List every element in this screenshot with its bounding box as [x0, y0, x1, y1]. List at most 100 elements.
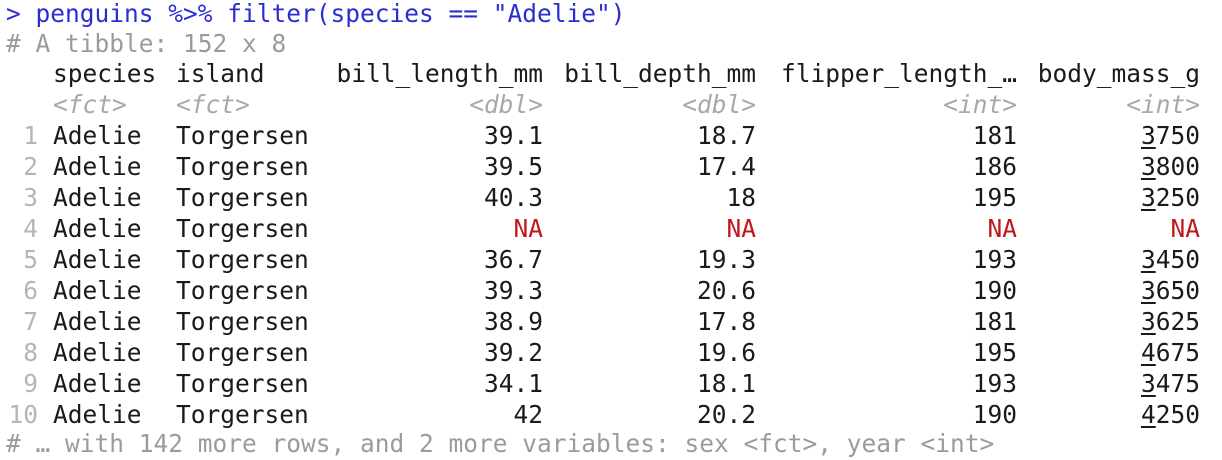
cell-island: Torgersen [176, 152, 309, 181]
cell-flipper_length: 193 [972, 369, 1017, 398]
cell-flipper_length: 181 [972, 121, 1017, 150]
thousands-digit: 4 [1140, 400, 1156, 429]
cell-bill_length_mm: 39.3 [483, 276, 543, 305]
column-type-bill_length_mm: <dbl> [469, 90, 543, 119]
column-type-body_mass_g: <int> [1126, 90, 1200, 119]
cell-species: Adelie [53, 214, 142, 243]
thousands-digit: 3 [1140, 276, 1156, 305]
cell-body_mass_g: 3650 [1031, 275, 1200, 306]
cell-bill_depth_mm: 19.6 [696, 338, 756, 367]
thousands-digit: 3 [1140, 152, 1156, 181]
cell-island: Torgersen [176, 121, 309, 150]
cell-species: Adelie [53, 183, 142, 212]
cell-island: Torgersen [176, 276, 309, 305]
cell-island: Torgersen [176, 369, 309, 398]
cell-island: Torgersen [176, 307, 309, 336]
cell-island: Torgersen [176, 338, 309, 367]
remaining-digits: 250 [1155, 183, 1200, 212]
cell-island: Torgersen [176, 245, 309, 274]
cell-body_mass_g: 3750 [1031, 120, 1200, 151]
thousands-digit: 3 [1140, 369, 1156, 398]
row-number: 3 [23, 183, 38, 212]
cell-bill_depth_mm: 18.1 [696, 369, 756, 398]
row-number: 6 [23, 276, 38, 305]
cell-body_mass_g: 3475 [1031, 368, 1200, 399]
cell-body_mass_g: 3450 [1031, 244, 1200, 275]
cell-bill_depth_mm: 18 [726, 183, 756, 212]
console-command: > penguins %>% filter(species == "Adelie… [6, 0, 626, 28]
thousands-digit: 3 [1140, 245, 1156, 274]
cell-species: Adelie [53, 121, 142, 150]
cell-body_mass_g: 3625 [1031, 306, 1200, 337]
column-header-species: species [53, 59, 157, 88]
cell-island: Torgersen [176, 183, 309, 212]
cell-flipper_length: 190 [972, 400, 1017, 429]
column-header-flipper_length: flipper_length_… [780, 59, 1017, 88]
cell-bill_length_mm: 36.7 [483, 245, 543, 274]
cell-bill_depth_mm: 17.8 [696, 307, 756, 336]
row-number: 8 [23, 338, 38, 367]
cell-species: Adelie [53, 307, 142, 336]
cell-bill_depth_mm: 17.4 [696, 152, 756, 181]
cell-island: Torgersen [176, 214, 309, 243]
cell-flipper_length: 195 [972, 183, 1017, 212]
cell-flipper_length: 193 [972, 245, 1017, 274]
cell-body_mass_g: 3800 [1031, 151, 1200, 182]
column-header-body_mass_g: body_mass_g [1037, 59, 1200, 88]
column-header-island: island [176, 59, 265, 88]
cell-flipper_length: 186 [972, 152, 1017, 181]
column-type-species: <fct> [53, 90, 127, 119]
column-type-island: <fct> [176, 90, 250, 119]
cell-body_mass_g: 4250 [1031, 399, 1200, 430]
cell-island: Torgersen [176, 400, 309, 429]
cell-body_mass_g: NA [1170, 214, 1200, 243]
remaining-digits: 750 [1155, 121, 1200, 150]
cell-bill_depth_mm: 18.7 [696, 121, 756, 150]
cell-bill_depth_mm: NA [726, 214, 756, 243]
row-number: 9 [23, 369, 38, 398]
cell-species: Adelie [53, 245, 142, 274]
row-number: 5 [23, 245, 38, 274]
row-number: 10 [8, 400, 38, 429]
row-number: 4 [23, 214, 38, 243]
remaining-digits: 800 [1155, 152, 1200, 181]
cell-bill_length_mm: 39.2 [483, 338, 543, 367]
cell-flipper_length: 181 [972, 307, 1017, 336]
remaining-digits: 250 [1155, 400, 1200, 429]
cell-bill_depth_mm: 20.2 [696, 400, 756, 429]
remaining-digits: 450 [1155, 245, 1200, 274]
cell-bill_length_mm: 42 [513, 400, 543, 429]
cell-bill_length_mm: 34.1 [483, 369, 543, 398]
cell-species: Adelie [53, 400, 142, 429]
cell-body_mass_g: 4675 [1031, 337, 1200, 368]
remaining-digits: 675 [1155, 338, 1200, 367]
cell-bill_depth_mm: 19.3 [696, 245, 756, 274]
column-header-bill_length_mm: bill_length_mm [336, 59, 543, 88]
cell-species: Adelie [53, 369, 142, 398]
cell-species: Adelie [53, 152, 142, 181]
remaining-digits: 650 [1155, 276, 1200, 305]
r-console-output: > penguins %>% filter(species == "Adelie… [0, 0, 1222, 460]
cell-bill_length_mm: 38.9 [483, 307, 543, 336]
cell-species: Adelie [53, 276, 142, 305]
cell-body_mass_g: 3250 [1031, 182, 1200, 213]
row-number: 2 [23, 152, 38, 181]
column-type-flipper_length: <int> [943, 90, 1017, 119]
tibble-footer: # … with 142 more rows, and 2 more varia… [6, 429, 995, 458]
remaining-digits: 475 [1155, 369, 1200, 398]
thousands-digit: 3 [1140, 307, 1156, 336]
row-number: 1 [23, 121, 38, 150]
cell-bill_length_mm: NA [513, 214, 543, 243]
cell-bill_depth_mm: 20.6 [696, 276, 756, 305]
row-number: 7 [23, 307, 38, 336]
column-header-bill_depth_mm: bill_depth_mm [564, 59, 756, 88]
tibble-info: # A tibble: 152 x 8 [6, 29, 287, 58]
column-type-bill_depth_mm: <dbl> [682, 90, 756, 119]
cell-species: Adelie [53, 338, 142, 367]
thousands-digit: 4 [1140, 338, 1156, 367]
remaining-digits: 625 [1155, 307, 1200, 336]
cell-bill_length_mm: 39.1 [483, 121, 543, 150]
cell-flipper_length: 190 [972, 276, 1017, 305]
cell-flipper_length: NA [987, 214, 1017, 243]
cell-flipper_length: 195 [972, 338, 1017, 367]
